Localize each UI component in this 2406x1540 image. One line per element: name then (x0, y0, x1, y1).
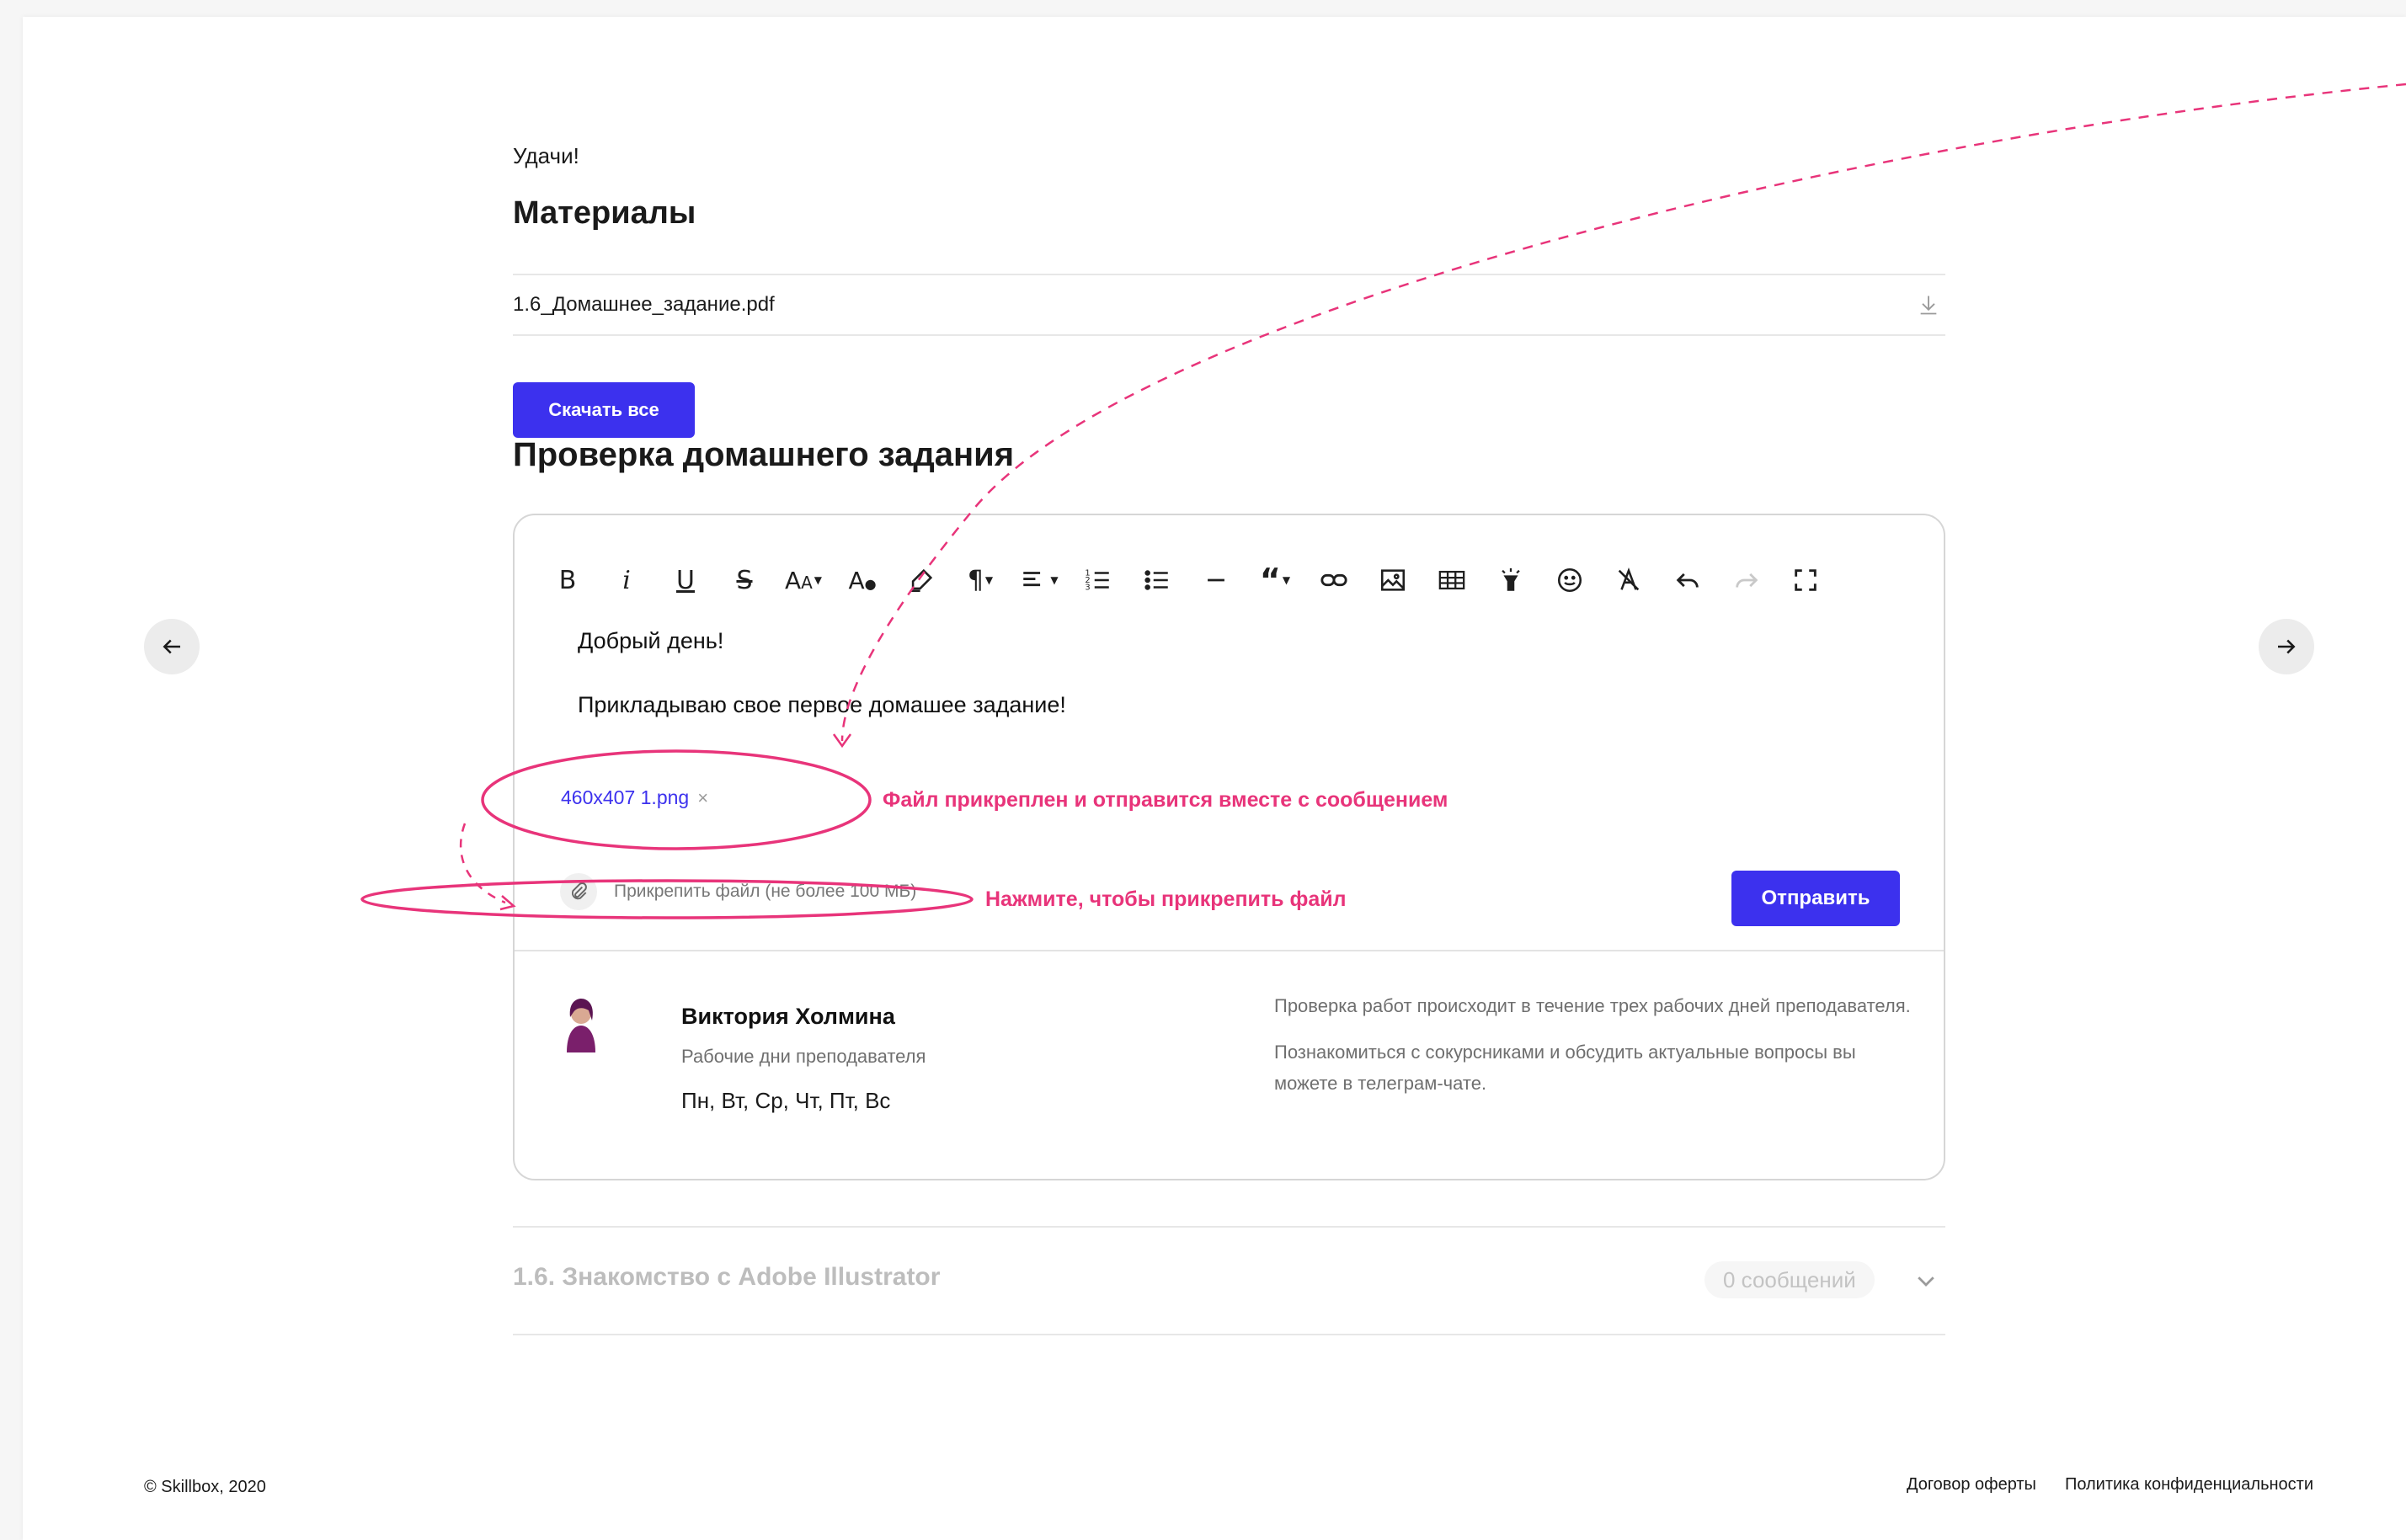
link-button[interactable] (1311, 557, 1357, 603)
fullscreen-icon (1795, 569, 1817, 591)
review-info: Проверка работ происходит в течение трех… (1274, 990, 1923, 1114)
link-icon (1320, 573, 1347, 587)
align-icon (1023, 572, 1041, 587)
clear-format-button[interactable] (1606, 557, 1651, 603)
message-line-1[interactable]: Добрый день! (578, 628, 723, 654)
undo-button[interactable] (1665, 557, 1710, 603)
chevron-down-icon[interactable] (1913, 1268, 1939, 1293)
bullet-list-button[interactable] (1134, 557, 1180, 603)
underline-icon: U (676, 565, 695, 595)
svg-text:3: 3 (1085, 583, 1090, 592)
horizontal-line-button[interactable] (1193, 557, 1239, 603)
lesson-accordion[interactable]: 1.6. Знакомство с Adobe Illustrator 0 со… (513, 1226, 1945, 1335)
italic-button[interactable]: i (604, 557, 649, 603)
paperclip-icon[interactable] (560, 873, 597, 910)
align-button[interactable]: ▼ (1016, 557, 1062, 603)
teacher-card: Виктория Холмина Рабочие дни преподавате… (558, 992, 1106, 1143)
offer-link[interactable]: Договор оферты (1907, 1475, 2036, 1495)
redo-button[interactable] (1724, 557, 1769, 603)
line-icon (1208, 578, 1224, 582)
good-luck-text: Удачи! (513, 143, 579, 168)
review-info-text-1: Проверка работ происходит в течение трех… (1274, 995, 1911, 1016)
footer-links: Договор оферты Политика конфиденциальнос… (1907, 1475, 2313, 1495)
arrow-left-icon (163, 639, 180, 654)
attach-file-label[interactable]: Прикрепить файл (не более 100 МБ) (614, 882, 916, 902)
attach-file-control[interactable]: Прикрепить файл (не более 100 МБ) (560, 873, 916, 910)
editor-toolbar: B i U S AA ▼ A● ¶ ▼ ▼ 123 “▼ (545, 551, 1842, 610)
ordered-list-button[interactable]: 123 (1075, 557, 1121, 603)
smile-icon (1557, 568, 1582, 593)
teacher-workdays-label: Рабочие дни преподавателя (681, 1046, 926, 1067)
arrow-right-icon (2278, 639, 2296, 654)
bold-icon: B (558, 565, 577, 595)
attached-file[interactable]: 460x407 1.png × (561, 786, 708, 809)
image-icon (1380, 569, 1406, 591)
flashlight-icon (1502, 568, 1520, 591)
highlighter-icon (910, 568, 933, 593)
emoji-button[interactable] (1547, 557, 1592, 603)
message-count-badge: 0 сообщений (1704, 1261, 1875, 1298)
download-icon[interactable] (1917, 293, 1940, 317)
paragraph-icon: ¶ (967, 565, 984, 595)
lesson-title[interactable]: 1.6. Знакомство с Adobe Illustrator (513, 1263, 940, 1292)
homework-heading: Проверка домашнего задания (513, 436, 1015, 473)
teacher-name: Виктория Холмина (681, 1004, 895, 1029)
font-size-icon: AA (784, 566, 813, 594)
ordered-list-icon: 123 (1085, 568, 1109, 592)
remove-attachment-icon[interactable]: × (697, 787, 708, 809)
review-info-text-2: Познакомиться с сокурсниками и обсудить … (1274, 1042, 1856, 1094)
bold-button[interactable]: B (545, 557, 590, 603)
materials-heading: Материалы (513, 195, 696, 231)
strikethrough-button[interactable]: S (722, 557, 767, 603)
send-button[interactable]: Отправить (1731, 871, 1900, 926)
table-button[interactable] (1429, 557, 1475, 603)
paragraph-button[interactable]: ¶ ▼ (958, 557, 1003, 603)
font-size-button[interactable]: AA ▼ (781, 557, 826, 603)
flashlight-button[interactable] (1488, 557, 1534, 603)
image-button[interactable] (1370, 557, 1416, 603)
quote-button[interactable]: “▼ (1252, 557, 1298, 603)
download-all-button[interactable]: Скачать все (513, 382, 695, 438)
strikethrough-icon: S (736, 565, 753, 595)
previous-lesson-button[interactable] (144, 619, 200, 674)
bullet-list-icon (1144, 570, 1168, 590)
copyright: © Skillbox, 2020 (144, 1478, 266, 1496)
material-file-name[interactable]: 1.6_Домашнее_задание.pdf (513, 293, 775, 317)
clear-format-icon (1618, 568, 1640, 591)
privacy-link[interactable]: Политика конфиденциальности (2065, 1475, 2313, 1495)
next-lesson-button[interactable] (2259, 619, 2314, 674)
highlight-button[interactable] (899, 557, 944, 603)
italic-icon: i (622, 565, 631, 595)
homework-editor: B i U S AA ▼ A● ¶ ▼ ▼ 123 “▼ Добрый день… (513, 514, 1945, 1180)
fullscreen-button[interactable] (1783, 557, 1828, 603)
material-file-row[interactable]: 1.6_Домашнее_задание.pdf (513, 274, 1945, 336)
message-line-2[interactable]: Прикладываю свое первое домашее задание! (578, 692, 1066, 718)
avatar (558, 992, 604, 1052)
attached-file-name[interactable]: 460x407 1.png (561, 786, 689, 809)
undo-icon (1676, 573, 1699, 588)
text-color-button[interactable]: A● (840, 557, 885, 603)
underline-button[interactable]: U (663, 557, 708, 603)
text-color-icon: A● (848, 566, 877, 594)
table-icon (1438, 570, 1465, 590)
redo-icon (1736, 573, 1758, 588)
click-to-attach-note: Нажмите, чтобы прикрепить файл (985, 887, 1347, 911)
file-attached-note: Файл прикреплен и отправится вместе с со… (883, 788, 1448, 812)
teacher-workdays: Пн, Вт, Ср, Чт, Пт, Вс (681, 1088, 891, 1113)
editor-divider (515, 950, 1944, 951)
quote-icon: “ (1259, 562, 1281, 599)
